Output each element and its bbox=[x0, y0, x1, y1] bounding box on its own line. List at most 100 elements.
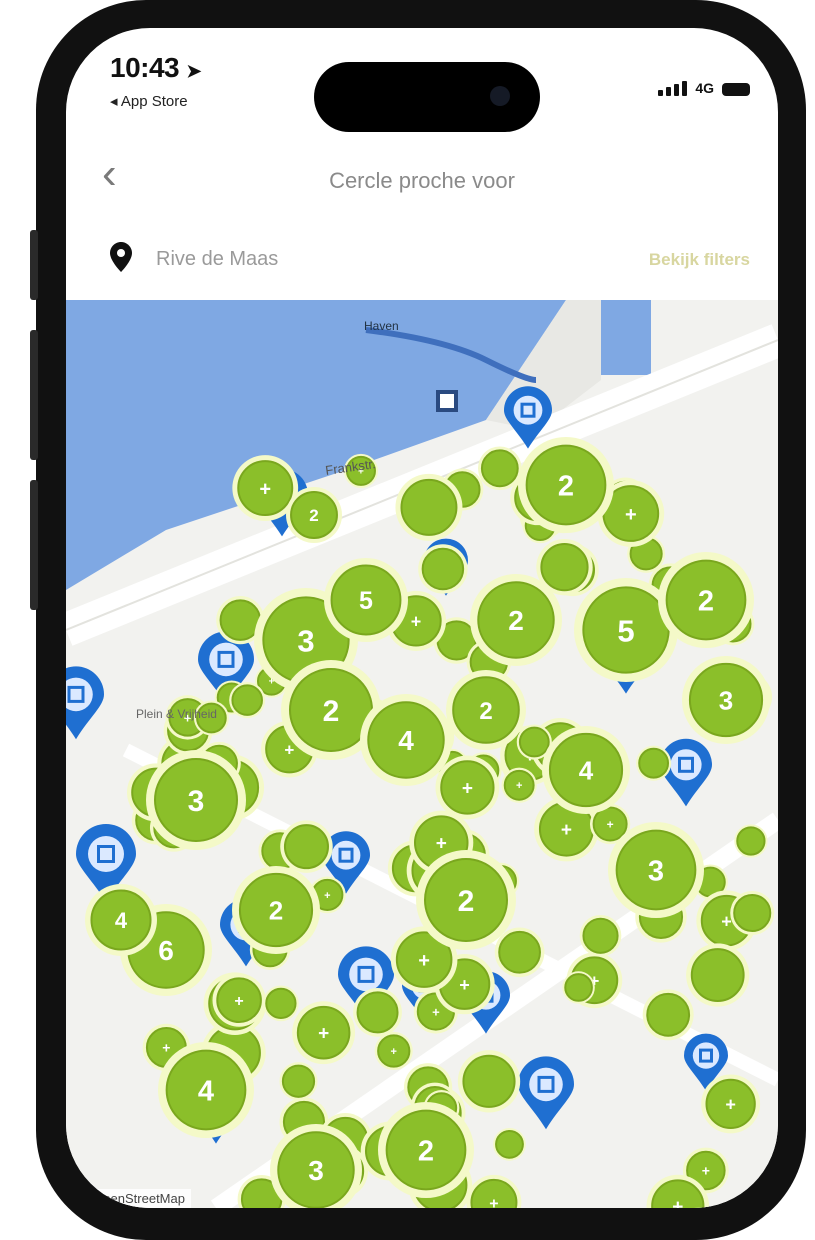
cluster-marker[interactable] bbox=[636, 745, 672, 781]
cluster-count: + bbox=[625, 504, 637, 526]
status-bar: 10:43 ➤ ◂ App Store 4G bbox=[66, 28, 778, 132]
cluster-marker[interactable] bbox=[263, 985, 299, 1022]
cluster-marker[interactable]: 2 bbox=[378, 1102, 474, 1198]
status-time: 10:43 ➤ bbox=[110, 52, 201, 83]
filter-link[interactable]: Bekijk filters bbox=[649, 250, 750, 270]
cluster-count: 3 bbox=[648, 856, 664, 888]
cluster-marker[interactable]: 4 bbox=[85, 884, 157, 956]
cluster-marker[interactable] bbox=[686, 943, 750, 1007]
cluster-marker[interactable]: 2 bbox=[416, 850, 516, 950]
cluster-count: + bbox=[462, 778, 473, 799]
cluster-count: + bbox=[284, 740, 294, 759]
building-icon bbox=[436, 390, 458, 412]
cluster-marker[interactable] bbox=[562, 971, 595, 1004]
cluster-count: 2 bbox=[508, 605, 524, 636]
cluster-count: 4 bbox=[398, 725, 414, 756]
cluster-marker[interactable]: + bbox=[292, 1001, 356, 1065]
cluster-count: 5 bbox=[359, 587, 373, 615]
cluster-count: + bbox=[459, 975, 470, 995]
cluster-count: 4 bbox=[198, 1076, 214, 1108]
water-area bbox=[601, 300, 651, 375]
cluster-marker[interactable] bbox=[734, 824, 768, 858]
cluster-marker[interactable]: 2 bbox=[286, 487, 342, 543]
status-icons: 4G bbox=[658, 80, 750, 96]
cluster-marker[interactable] bbox=[642, 989, 694, 1041]
cluster-marker[interactable]: 2 bbox=[470, 574, 562, 666]
map-canvas[interactable]: ++++++++++++++++++++++++++++++++++++++++… bbox=[66, 300, 778, 1208]
cluster-count: + bbox=[432, 1004, 440, 1019]
cluster-count: 2 bbox=[458, 885, 475, 918]
cluster-count: 2 bbox=[418, 1136, 434, 1168]
parking-marker[interactable] bbox=[66, 666, 104, 740]
cluster-count: + bbox=[702, 1162, 710, 1178]
phone-side-button bbox=[30, 230, 38, 300]
cluster-count: 4 bbox=[579, 756, 594, 786]
cluster-count: + bbox=[607, 817, 614, 831]
page-title: Cercle proche voor bbox=[329, 168, 515, 193]
cluster-marker[interactable]: 2 bbox=[232, 866, 320, 954]
cluster-count: + bbox=[318, 1024, 329, 1045]
cluster-marker[interactable]: 4 bbox=[360, 694, 452, 786]
network-type: 4G bbox=[695, 80, 714, 96]
cluster-count: + bbox=[672, 1197, 683, 1208]
cluster-count: 4 bbox=[115, 908, 128, 933]
cluster-marker[interactable] bbox=[457, 1050, 521, 1113]
cluster-marker[interactable]: 3 bbox=[608, 822, 704, 918]
cluster-count: + bbox=[561, 820, 572, 841]
cluster-marker[interactable]: + bbox=[212, 973, 266, 1027]
cluster-count: + bbox=[418, 950, 430, 972]
cluster-marker[interactable] bbox=[280, 820, 333, 873]
cluster-marker[interactable]: 5 bbox=[324, 558, 408, 642]
cluster-count: 2 bbox=[309, 506, 318, 525]
cluster-count: + bbox=[391, 1046, 397, 1058]
cluster-count: 2 bbox=[269, 896, 283, 926]
cluster-marker[interactable] bbox=[493, 1128, 526, 1161]
cluster-marker[interactable] bbox=[730, 890, 775, 935]
phone-volume-down bbox=[30, 480, 38, 610]
back-to-app-link[interactable]: ◂ App Store bbox=[110, 92, 188, 110]
map-pin-icon bbox=[110, 242, 132, 277]
cluster-marker[interactable] bbox=[579, 914, 622, 957]
cluster-marker[interactable] bbox=[353, 987, 402, 1037]
location-arrow-icon: ➤ bbox=[186, 61, 201, 81]
location-bar[interactable]: Rive de Maas Bekijk filters bbox=[66, 224, 778, 296]
cluster-marker[interactable]: 3 bbox=[146, 750, 246, 850]
cluster-count: 6 bbox=[158, 935, 174, 966]
cluster-marker[interactable]: 2 bbox=[518, 437, 614, 533]
cluster-count: + bbox=[725, 1094, 736, 1114]
cluster-marker[interactable] bbox=[418, 544, 468, 594]
cluster-marker[interactable]: + bbox=[374, 1031, 413, 1071]
water-label: Haven bbox=[364, 319, 399, 333]
cluster-count: 3 bbox=[297, 623, 314, 658]
cluster-marker[interactable]: + bbox=[701, 1074, 761, 1134]
cluster-marker[interactable]: 2 bbox=[446, 670, 526, 750]
phone-volume-up bbox=[30, 330, 38, 460]
cluster-count: + bbox=[436, 834, 447, 855]
cluster-count: 2 bbox=[698, 586, 714, 618]
cluster-marker[interactable]: 4 bbox=[158, 1042, 254, 1138]
cluster-count: + bbox=[411, 612, 422, 632]
cluster-marker[interactable] bbox=[494, 927, 545, 978]
cluster-count: 3 bbox=[188, 785, 205, 818]
parking-marker[interactable] bbox=[518, 1056, 574, 1130]
cluster-marker[interactable]: 2 bbox=[658, 552, 754, 648]
cluster-count: 2 bbox=[479, 698, 492, 725]
cluster-marker[interactable]: + bbox=[501, 767, 537, 803]
cluster-count: 3 bbox=[308, 1155, 324, 1186]
cluster-marker[interactable]: 4 bbox=[542, 726, 630, 814]
cluster-marker[interactable] bbox=[229, 682, 266, 719]
location-label: Rive de Maas bbox=[156, 248, 279, 270]
cluster-count: + bbox=[489, 1195, 498, 1208]
cluster-marker[interactable] bbox=[395, 473, 463, 541]
battery-icon bbox=[722, 83, 750, 96]
cluster-marker[interactable]: + bbox=[435, 755, 500, 820]
cluster-marker[interactable]: 3 bbox=[682, 656, 770, 744]
cluster-count: + bbox=[721, 911, 732, 931]
cluster-marker[interactable]: + bbox=[466, 1174, 522, 1208]
cluster-marker[interactable] bbox=[279, 1062, 318, 1101]
cluster-count: 5 bbox=[617, 613, 634, 648]
nav-bar: ‹ Cercle proche voor bbox=[66, 138, 778, 218]
map-attribution[interactable]: © OpenStreetMap bbox=[74, 1189, 191, 1208]
map-view[interactable]: ++++++++++++++++++++++++++++++++++++++++… bbox=[66, 300, 778, 1208]
cluster-count: + bbox=[162, 1040, 170, 1056]
